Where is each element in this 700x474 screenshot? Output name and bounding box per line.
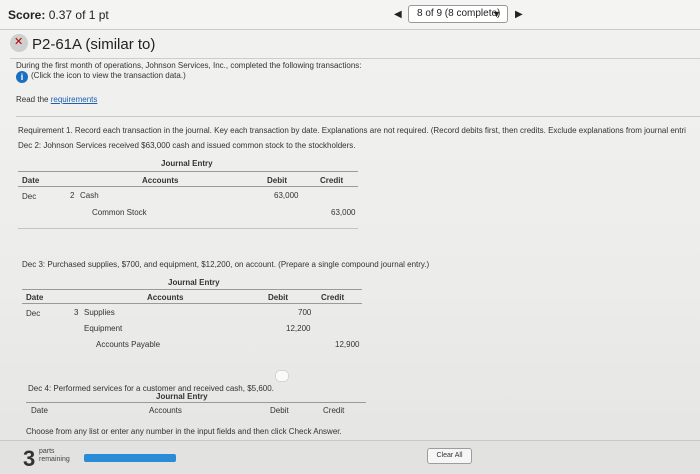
parts-remaining-count: 3: [23, 446, 36, 471]
question-title: P2-61A (similar to): [32, 36, 156, 53]
entry-3-prompt: Dec 4: Performed services for a customer…: [28, 384, 274, 393]
top-bar: Score: 0.37 of 1 pt ◀ 8 of 9 (8 complete…: [0, 0, 700, 30]
entry-1-debit-header: Debit: [267, 176, 287, 185]
entry-1-month: Dec: [22, 192, 37, 201]
incorrect-status-icon: [10, 34, 28, 52]
entry-1-journal-title: Journal Entry: [161, 159, 213, 168]
entry-2-row-2-account[interactable]: Equipment: [84, 324, 122, 333]
question-pager-dropdown[interactable]: 8 of 9 (8 complete) ▼: [408, 5, 508, 23]
progress-bar: [84, 454, 176, 462]
read-prefix: Read the: [16, 95, 51, 104]
entry-1-prompt: Dec 2: Johnson Services received $63,000…: [18, 141, 356, 150]
read-requirements-row: Read the requirements: [16, 95, 97, 104]
entry-2-prompt: Dec 3: Purchased supplies, $700, and equ…: [22, 260, 430, 269]
question-title-row: P2-61A (similar to): [10, 34, 155, 53]
entry-1-credit-header: Credit: [320, 176, 344, 185]
entry-2-header-bottom-line: [22, 303, 362, 304]
title-divider: [10, 58, 700, 59]
question-page: Score: 0.37 of 1 pt ◀ 8 of 9 (8 complete…: [0, 0, 700, 474]
entry-1-accounts-header: Accounts: [142, 176, 179, 185]
transaction-data-link[interactable]: (Click the icon to view the transaction …: [31, 71, 186, 80]
entry-2-row-2-debit[interactable]: 12,200: [286, 324, 310, 333]
parts-remaining-label: parts remaining: [39, 448, 70, 464]
pager-text: 8 of 9 (8 complete): [417, 8, 501, 19]
entry-2-row-1-account[interactable]: Supplies: [84, 308, 115, 317]
chevron-down-icon: ▼: [492, 9, 501, 19]
transaction-data-row[interactable]: i (Click the icon to view the transaction…: [16, 71, 186, 83]
parts-label-line-1: parts: [39, 448, 55, 455]
entry-3-accounts-header: Accounts: [149, 406, 182, 415]
cursor-hand-icon: [275, 370, 289, 382]
entry-2-month: Dec: [26, 309, 41, 318]
entry-1-header-bottom-line: [18, 186, 358, 187]
entry-2-date-header: Date: [26, 293, 44, 302]
entry-1-day[interactable]: 2: [70, 191, 74, 200]
info-icon[interactable]: i: [16, 71, 28, 83]
helper-text: Choose from any list or enter any number…: [26, 427, 342, 436]
section-divider: [16, 116, 700, 117]
entry-2-row-3-credit[interactable]: 12,900: [335, 340, 359, 349]
entry-3-header-top-line: [26, 402, 366, 403]
entry-1-date-header: Date: [22, 176, 40, 185]
entry-2-journal-title: Journal Entry: [168, 278, 220, 287]
entry-2-row-1-debit[interactable]: 700: [298, 308, 311, 317]
requirement-text: Requirement 1. Record each transaction i…: [18, 126, 686, 135]
previous-question-arrow-icon[interactable]: ◀: [394, 9, 402, 20]
entry-2-day[interactable]: 3: [74, 308, 78, 317]
entry-3-journal-title: Journal Entry: [156, 392, 208, 401]
entry-2-row-3-account[interactable]: Accounts Payable: [96, 340, 160, 349]
score-display: Score: 0.37 of 1 pt: [8, 8, 109, 22]
score-label: Score:: [8, 8, 46, 22]
entry-1-row-1-debit[interactable]: 63,000: [274, 191, 298, 200]
parts-label-line-2: remaining: [39, 456, 70, 463]
requirements-link[interactable]: requirements: [51, 95, 98, 104]
entry-3-debit-header: Debit: [270, 406, 289, 415]
entry-1-row-2-account[interactable]: Common Stock: [92, 208, 147, 217]
entry-1-bottom-line: [18, 228, 358, 229]
entry-1-row-1-account[interactable]: Cash: [80, 191, 99, 200]
entry-3-date-header: Date: [31, 406, 48, 415]
entry-2-credit-header: Credit: [321, 293, 345, 302]
intro-text: During the first month of operations, Jo…: [16, 61, 362, 70]
clear-all-button[interactable]: Clear All: [427, 448, 472, 464]
entry-2-debit-header: Debit: [268, 293, 288, 302]
score-value: 0.37 of 1 pt: [48, 8, 109, 22]
entry-1-row-2-credit[interactable]: 63,000: [331, 208, 355, 217]
entry-2-accounts-header: Accounts: [147, 293, 184, 302]
next-question-arrow-icon[interactable]: ▶: [515, 9, 523, 20]
entry-1-header-top-line: [18, 171, 358, 172]
entry-3-credit-header: Credit: [323, 406, 345, 415]
entry-2-header-top-line: [22, 289, 362, 290]
